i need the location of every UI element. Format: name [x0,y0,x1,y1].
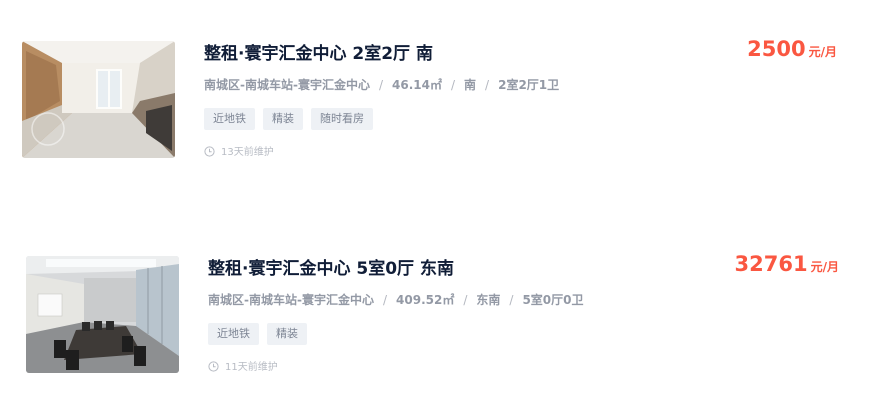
tag-viewing-anytime: 随时看房 [311,108,373,130]
separator: / [463,293,468,307]
listing-orientation: 东南 [476,293,501,307]
separator: / [485,78,490,92]
price-unit: 元/月 [810,260,839,274]
price-value: 2500 [747,37,806,61]
maintenance-text: 11天前维护 [225,362,278,373]
tag-decorated: 精装 [263,108,303,130]
listing-tags: 近地铁 精装 随时看房 [204,107,381,130]
listing-location[interactable]: 南城区-南城车站-寰宇汇金中心 [208,293,374,307]
maintenance-text: 13天前维护 [221,147,274,158]
listing-photo-conference-room[interactable] [26,256,179,373]
tag-decorated: 精装 [267,323,307,345]
clock-icon [204,146,215,157]
clock-icon [208,361,219,372]
listing-price: 2500 元/月 [747,37,837,61]
maintenance-info: 13天前维护 [204,143,274,158]
maintenance-info: 11天前维护 [208,358,278,373]
tag-near-subway: 近地铁 [208,323,259,345]
listing-layout: 2室2厅1卫 [498,78,560,92]
price-value: 32761 [734,252,808,276]
separator: / [509,293,514,307]
listing-card[interactable]: 整租·寰宇汇金中心 5室0厅 东南 南城区-南城车站-寰宇汇金中心 / 409.52… [0,250,890,390]
listing-page: 整租·寰宇汇金中心 2室2厅 南 南城区-南城车站-寰宇汇金中心 / 46.14㎡ /… [0,0,890,414]
listing-title[interactable]: 整租·寰宇汇金中心 2室2厅 南 [204,39,433,64]
listing-title[interactable]: 整租·寰宇汇金中心 5室0厅 东南 [208,254,454,279]
separator: / [378,78,384,92]
separator: / [450,78,456,92]
price-unit: 元/月 [808,45,837,59]
listing-orientation: 南 [464,78,477,92]
listing-card[interactable]: 整租·寰宇汇金中心 2室2厅 南 南城区-南城车站-寰宇汇金中心 / 46.14㎡ /… [0,35,890,175]
listing-description: 南城区-南城车站-寰宇汇金中心 / 409.52㎡ / 东南 / 5室0厅0卫 [208,291,584,308]
listing-tags: 近地铁 精装 [208,322,315,345]
tag-near-subway: 近地铁 [204,108,255,130]
listing-area: 46.14㎡ [392,78,442,92]
listing-price: 32761 元/月 [735,252,839,276]
listing-location[interactable]: 南城区-南城车站-寰宇汇金中心 [204,78,370,92]
listing-description: 南城区-南城车站-寰宇汇金中心 / 46.14㎡ / 南 / 2室2厅1卫 [204,76,559,93]
separator: / [382,293,388,307]
listing-area: 409.52㎡ [396,293,455,307]
listing-photo-apartment[interactable] [22,41,175,158]
listing-layout: 5室0厅0卫 [522,293,584,307]
